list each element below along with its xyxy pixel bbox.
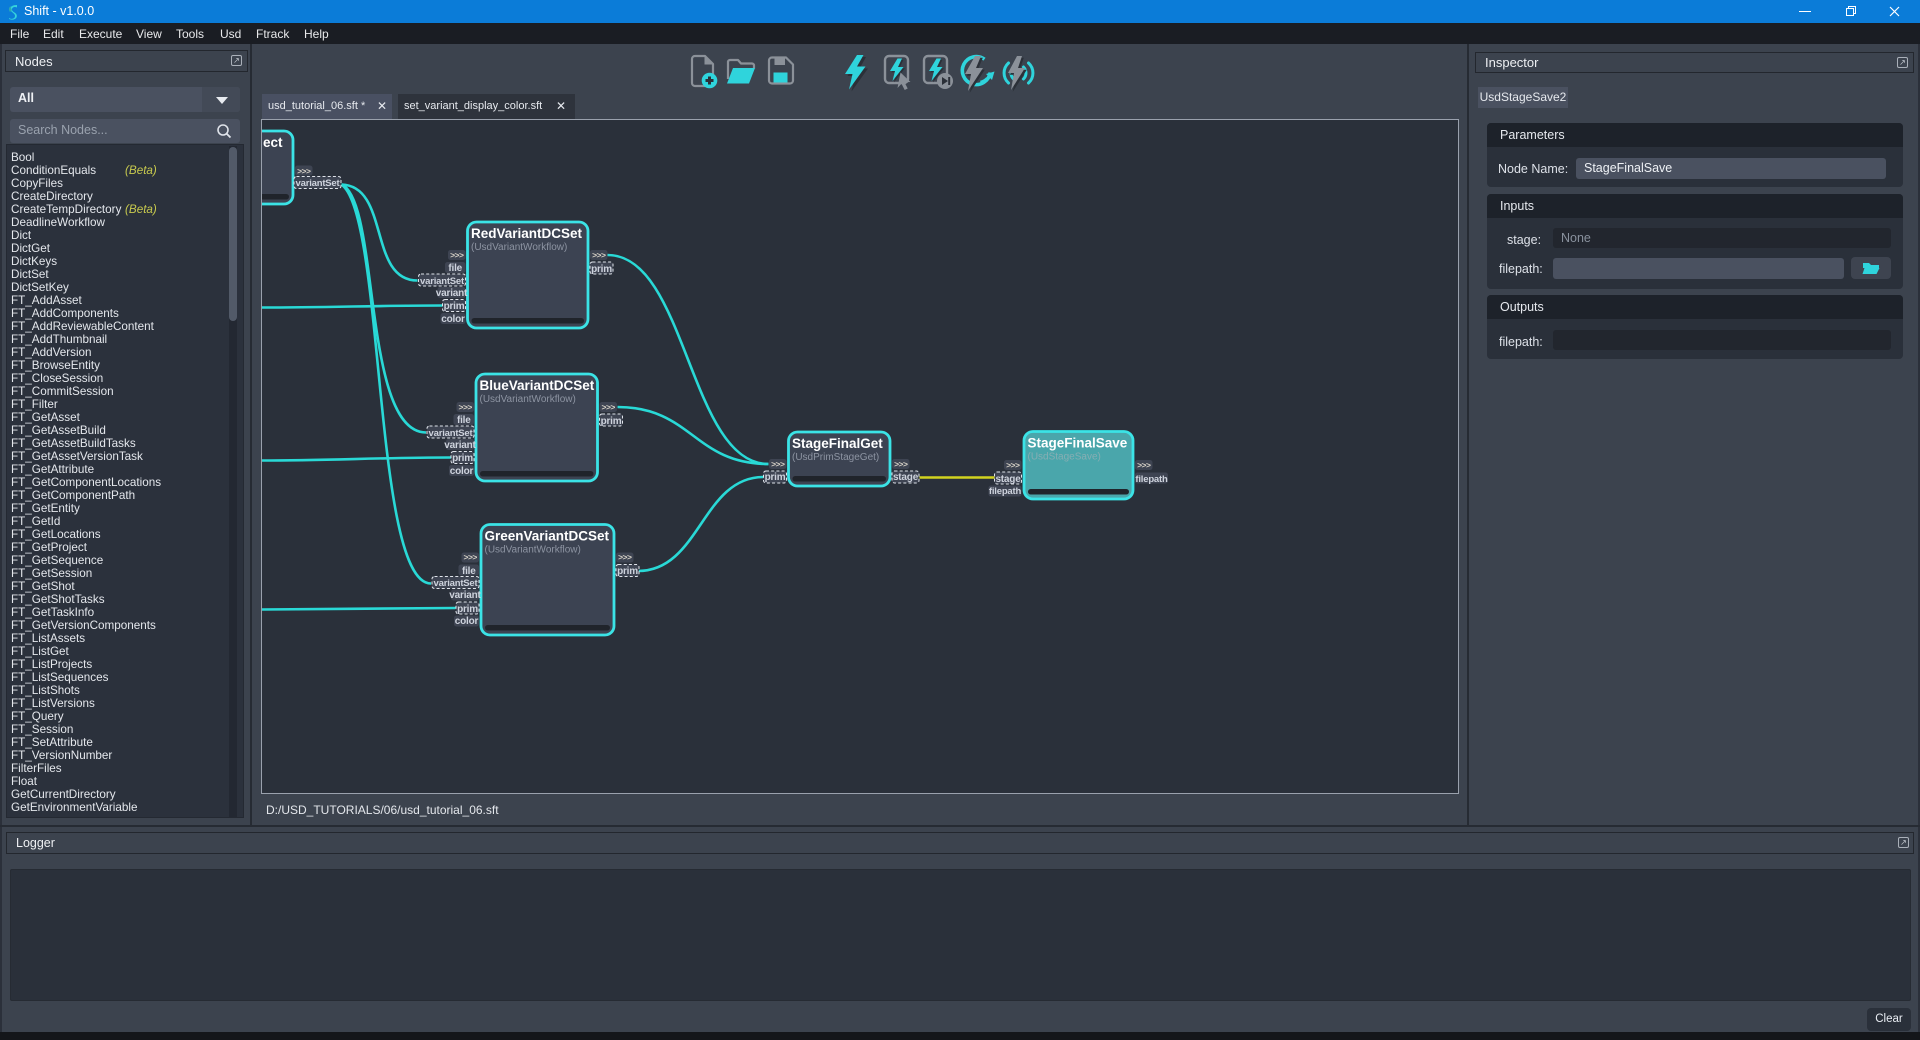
svg-text:file: file — [448, 263, 462, 274]
svg-text:>>>: >>> — [458, 402, 472, 412]
svg-text:stage: stage — [995, 474, 1021, 485]
svg-text:color: color — [450, 466, 474, 477]
svg-text:file: file — [457, 415, 471, 426]
svg-text:GreenVariantDCSet: GreenVariantDCSet — [485, 529, 610, 544]
svg-text:variant: variant — [436, 288, 468, 299]
svg-text:prim: prim — [591, 264, 612, 275]
svg-text:>>>: >>> — [592, 250, 606, 260]
svg-text:>>>: >>> — [618, 552, 632, 562]
svg-text:variant: variant — [449, 590, 481, 601]
svg-text:prim: prim — [617, 566, 638, 577]
svg-text:>>>: >>> — [1006, 460, 1020, 470]
svg-text:>>>: >>> — [450, 250, 464, 260]
svg-text:(UsdStageSave): (UsdStageSave) — [1028, 452, 1101, 463]
svg-text:(UsdPrimStageGet): (UsdPrimStageGet) — [792, 452, 879, 463]
svg-text:prim: prim — [452, 453, 473, 464]
svg-text:file: file — [462, 566, 476, 577]
svg-text:(UsdVariantWorkflow): (UsdVariantWorkflow) — [480, 394, 576, 405]
svg-text:>>>: >>> — [894, 459, 908, 469]
svg-text:variantSet: variantSet — [429, 428, 474, 439]
svg-text:filepath: filepath — [1135, 474, 1168, 485]
svg-text:>>>: >>> — [601, 402, 615, 412]
svg-text:variant: variant — [444, 440, 476, 451]
svg-text:stage: stage — [893, 472, 919, 483]
svg-text:BlueVariantDCSet: BlueVariantDCSet — [480, 378, 595, 393]
svg-text:>>>: >>> — [771, 459, 785, 469]
svg-text:StageFinalSave: StageFinalSave — [1028, 436, 1128, 451]
svg-text:variantSet: variantSet — [296, 178, 341, 189]
svg-text:prim: prim — [765, 472, 786, 483]
svg-text:(UsdVariantWorkflow): (UsdVariantWorkflow) — [471, 242, 567, 253]
svg-text:color: color — [441, 314, 465, 325]
svg-text:variantSet: variantSet — [420, 276, 465, 287]
svg-text:ect: ect — [263, 135, 283, 150]
svg-text:filepath: filepath — [989, 486, 1022, 497]
svg-text:prim: prim — [601, 416, 622, 427]
svg-text:variantSet: variantSet — [434, 578, 479, 589]
svg-text:>>>: >>> — [297, 166, 311, 176]
svg-text:(UsdVariantWorkflow): (UsdVariantWorkflow) — [485, 545, 581, 556]
svg-text:>>>: >>> — [463, 552, 477, 562]
svg-text:>>>: >>> — [1137, 460, 1151, 470]
svg-text:StageFinalGet: StageFinalGet — [792, 436, 883, 451]
svg-text:color: color — [455, 616, 479, 627]
svg-text:prim: prim — [457, 604, 478, 615]
svg-text:RedVariantDCSet: RedVariantDCSet — [471, 226, 583, 241]
svg-text:prim: prim — [444, 301, 465, 312]
